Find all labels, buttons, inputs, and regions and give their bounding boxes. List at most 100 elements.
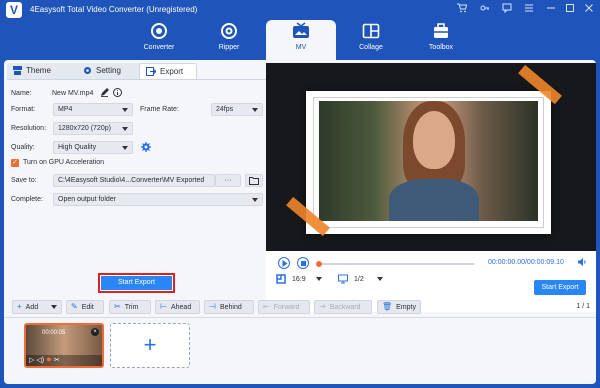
- ahead-button[interactable]: ⊢ Ahead: [155, 300, 200, 314]
- app-window: V 4Easysoft Total Video Converter (Unreg…: [0, 0, 600, 388]
- time-display: 00:00:00.00/00:00:09.10: [488, 259, 564, 266]
- start-export-button[interactable]: Start Export: [101, 276, 172, 290]
- tab-export[interactable]: Export: [139, 63, 197, 79]
- gpu-checkbox[interactable]: ✓: [11, 159, 19, 167]
- theme-icon: [13, 66, 22, 75]
- page-indicator: 1/2: [354, 276, 364, 283]
- monitor-icon[interactable]: [338, 274, 348, 286]
- complete-value: Open output folder: [58, 196, 116, 203]
- title-bar: V 4Easysoft Total Video Converter (Unreg…: [0, 0, 600, 20]
- clip-effect-icon[interactable]: ✸: [46, 357, 52, 364]
- magic-wand-icon: ✎: [71, 302, 78, 311]
- stop-icon: [300, 260, 306, 266]
- format-label: Format:: [11, 106, 36, 113]
- export-settings: Name: New MV.mp4 Format: MP4 Frame Rate:…: [7, 79, 267, 312]
- progress-bar[interactable]: [316, 261, 474, 267]
- crop-icon[interactable]: [276, 274, 286, 286]
- format-value: MP4: [58, 106, 73, 113]
- behind-button[interactable]: ⊣ Behind: [204, 300, 254, 314]
- edit-name-icon[interactable]: [100, 88, 109, 99]
- quality-value: High Quality: [58, 144, 97, 151]
- close-icon[interactable]: [582, 3, 596, 17]
- quality-settings-icon[interactable]: [141, 142, 151, 154]
- nav-converter-label: Converter: [143, 44, 175, 51]
- volume-icon[interactable]: [577, 257, 587, 269]
- info-icon[interactable]: [113, 88, 122, 99]
- clip-thumbnail[interactable]: 00:00:05 × ▷ ◁) ✸ ✂: [24, 323, 104, 368]
- collage-icon: [362, 23, 380, 39]
- complete-select[interactable]: Open output folder: [53, 193, 263, 206]
- play-button[interactable]: [278, 257, 290, 269]
- remove-clip-icon[interactable]: ×: [91, 328, 99, 336]
- nav-toolbox[interactable]: Toolbox: [406, 20, 476, 60]
- ahead-icon: ⊢: [160, 302, 167, 311]
- nav-collage[interactable]: Collage: [336, 20, 406, 60]
- video-preview: [266, 63, 596, 251]
- gpu-label: Turn on GPU Acceleration: [23, 159, 105, 166]
- tab-setting-label: Setting: [96, 66, 121, 75]
- chat-icon[interactable]: [500, 3, 514, 17]
- tab-setting[interactable]: Setting: [77, 63, 139, 79]
- tab-theme[interactable]: Theme: [7, 63, 69, 79]
- framerate-select[interactable]: 24fps: [211, 103, 263, 116]
- toolbox-icon: [434, 23, 448, 38]
- scissors-icon: ✂: [114, 302, 121, 311]
- forward-button[interactable]: ⇤ Forward: [258, 300, 310, 314]
- chevron-down-icon: [122, 146, 128, 150]
- framerate-label: Frame Rate:: [140, 106, 179, 113]
- clip-scissors-icon[interactable]: ✂: [54, 357, 60, 364]
- aspect-ratio[interactable]: 16:9: [292, 276, 306, 283]
- theme-frame: [306, 91, 551, 234]
- export-icon: [146, 67, 157, 76]
- tab-export-label: Export: [160, 67, 184, 76]
- ratio-chevron-down-icon[interactable]: [316, 277, 322, 281]
- converter-icon: [151, 23, 167, 39]
- progress-handle[interactable]: [316, 261, 322, 267]
- forward-icon: ⇤: [263, 302, 270, 311]
- saveto-path[interactable]: C:\4Easysoft Studio\4...Converter\MV Exp…: [53, 174, 215, 187]
- saveto-browse-button[interactable]: ···: [215, 174, 241, 187]
- maximize-icon[interactable]: [563, 3, 577, 17]
- menu-icon[interactable]: [522, 3, 536, 17]
- stop-button[interactable]: [297, 257, 309, 269]
- player-start-export-button[interactable]: Start Export: [534, 280, 586, 295]
- format-select[interactable]: MP4: [53, 103, 133, 116]
- clip-volume-icon[interactable]: ◁): [36, 357, 44, 364]
- page-chevron-down-icon[interactable]: [377, 277, 383, 281]
- cart-icon[interactable]: [455, 3, 469, 17]
- ripper-icon: [221, 23, 237, 39]
- backward-button[interactable]: ⇥ Backward: [314, 300, 372, 314]
- clip-toolbar: + Add ✎ Edit ✂ Trim ⊢ Ahead ⊣ Behind ⇤ Forward…: [4, 297, 596, 317]
- main-panel: Theme Setting Export Name: New MV.mp4 Fo…: [4, 60, 596, 384]
- clip-play-icon[interactable]: ▷: [29, 357, 34, 364]
- nav-mv[interactable]: MV: [266, 20, 336, 61]
- quality-label: Quality:: [11, 144, 35, 151]
- toolbar-divider: [4, 317, 596, 318]
- chevron-down-icon: [252, 198, 258, 202]
- preview-image: [319, 101, 538, 221]
- nav-ripper[interactable]: Ripper: [194, 20, 264, 60]
- backward-label: Backward: [329, 304, 361, 311]
- nav-converter[interactable]: Converter: [124, 20, 194, 60]
- trim-button[interactable]: ✂ Trim: [109, 300, 151, 314]
- open-folder-button[interactable]: [245, 174, 263, 187]
- preview-face: [413, 111, 455, 169]
- quality-select[interactable]: High Quality: [53, 141, 133, 154]
- nav-ripper-label: Ripper: [218, 44, 240, 51]
- add-button[interactable]: + Add: [12, 300, 62, 314]
- resolution-select[interactable]: 1280x720 (720p): [53, 122, 133, 135]
- framerate-value: 24fps: [216, 106, 234, 113]
- add-chevron-down-icon: [51, 305, 57, 309]
- key-icon[interactable]: [478, 3, 492, 17]
- mv-icon: [293, 22, 309, 38]
- edit-label: Edit: [81, 304, 94, 311]
- nav-toolbox-label: Toolbox: [428, 44, 454, 51]
- tab-theme-label: Theme: [26, 66, 51, 75]
- empty-button[interactable]: 🗑 Empty: [377, 300, 421, 314]
- folder-icon: [249, 177, 259, 185]
- minimize-icon[interactable]: [544, 3, 558, 17]
- app-logo: V: [6, 2, 22, 18]
- chevron-down-icon: [122, 108, 128, 112]
- edit-button[interactable]: ✎ Edit: [66, 300, 104, 314]
- add-clip-box[interactable]: +: [110, 323, 190, 368]
